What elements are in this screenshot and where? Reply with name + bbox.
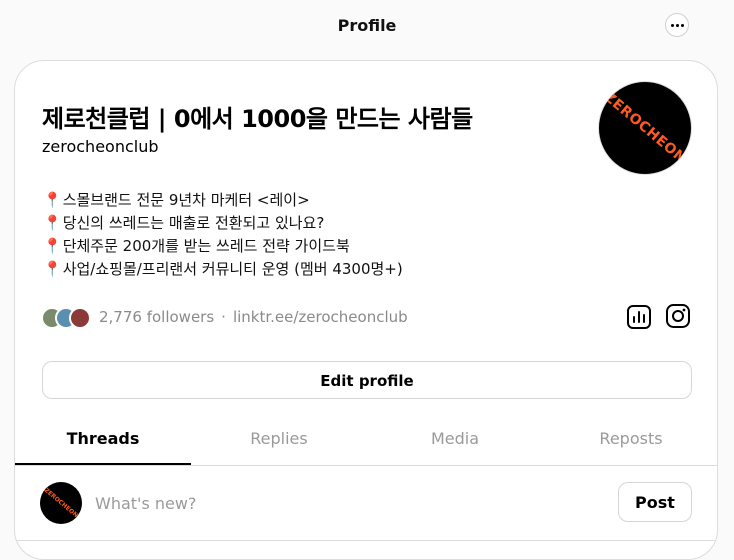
instagram-icon[interactable] [665, 303, 691, 329]
tab-media[interactable]: Media [367, 413, 543, 465]
avatar-logo-text: ZEROCHEON [600, 89, 690, 167]
pin-icon: 📍 [43, 237, 62, 255]
edit-profile-button[interactable]: Edit profile [42, 361, 692, 399]
profile-tabs: Threads Replies Media Reposts [15, 413, 717, 466]
composer: ZEROCHEON What's new? Post [15, 466, 717, 541]
profile-link[interactable]: linktr.ee/zerocheonclub [233, 308, 408, 326]
bio-line: 📍단체주문 200개를 받는 쓰레드 전략 가이드북 [43, 237, 350, 255]
followers-count[interactable]: 2,776 followers [99, 308, 214, 326]
tab-threads[interactable]: Threads [15, 413, 191, 465]
profile-bio: 📍스몰브랜드 전문 9년차 마케터 <레이> 📍당신의 쓰레드는 매출로 전환되… [43, 189, 403, 281]
profile-meta: 2,776 followers · linktr.ee/zerocheonclu… [41, 305, 408, 329]
avatar-logo-text: ZEROCHEON [42, 486, 80, 520]
follower-avatars[interactable] [41, 307, 93, 329]
tab-reposts[interactable]: Reposts [543, 413, 717, 465]
composer-avatar[interactable]: ZEROCHEON [40, 482, 82, 524]
tab-replies[interactable]: Replies [191, 413, 367, 465]
profile-card: 제로천클럽 | 0에서 1000을 만드는 사람들 zerocheonclub … [14, 60, 718, 560]
bio-line: 📍사업/쇼핑몰/프리랜서 커뮤니티 운영 (멤버 4300명+) [43, 260, 403, 278]
profile-avatar[interactable]: ZEROCHEON [598, 81, 692, 175]
top-bar: Profile [0, 0, 734, 52]
pin-icon: 📍 [43, 260, 62, 278]
insights-icon[interactable] [626, 304, 652, 330]
pin-icon: 📍 [43, 214, 62, 232]
page-title: Profile [337, 16, 397, 35]
whats-new-input[interactable]: What's new? [95, 494, 196, 513]
bio-line: 📍당신의 쓰레드는 매출로 전환되고 있나요? [43, 214, 325, 232]
profile-username: zerocheonclub [42, 137, 159, 156]
profile-name: 제로천클럽 | 0에서 1000을 만드는 사람들 [42, 105, 473, 133]
more-options-button[interactable] [665, 13, 689, 37]
bio-line: 📍스몰브랜드 전문 9년차 마케터 <레이> [43, 191, 310, 209]
meta-separator: · [221, 308, 226, 326]
follower-avatar [69, 307, 91, 329]
post-button[interactable]: Post [618, 482, 692, 522]
more-horizontal-icon [670, 23, 684, 27]
pin-icon: 📍 [43, 191, 62, 209]
